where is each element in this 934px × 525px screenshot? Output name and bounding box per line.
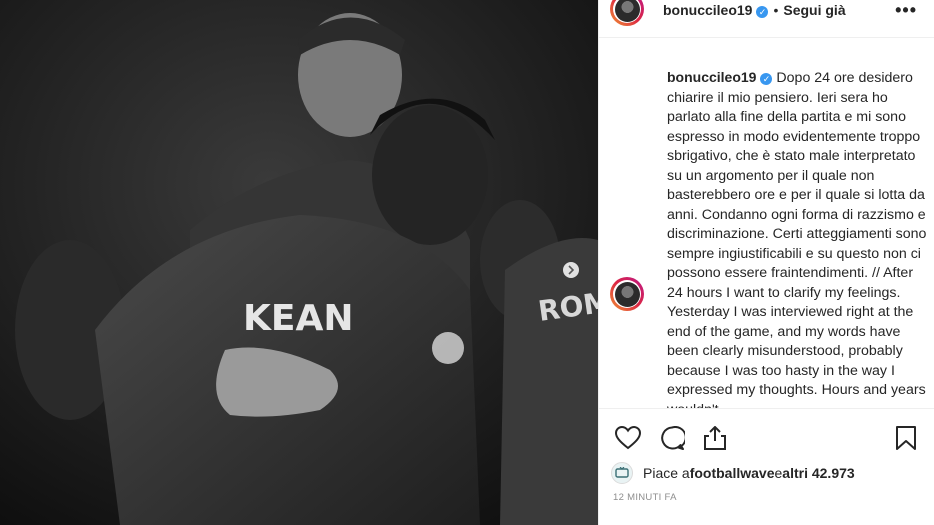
likes-prefix: Piace a xyxy=(643,465,690,481)
avatar-image xyxy=(614,281,640,307)
post-timestamp[interactable]: 12 minuti fa xyxy=(613,492,677,503)
liker-username[interactable]: footballwave xyxy=(690,465,775,481)
tv-icon xyxy=(615,467,629,478)
follow-button[interactable]: Segui già xyxy=(783,2,845,18)
post-photo-image: KEAN ROMA xyxy=(0,0,598,525)
likes-middle: e xyxy=(774,465,783,481)
post-photo[interactable]: KEAN ROMA xyxy=(0,0,598,525)
post-header: bonuccileo19 ✓ • Segui già ••• xyxy=(599,0,934,38)
separator-dot: • xyxy=(773,2,779,18)
caption-username[interactable]: bonuccileo19 xyxy=(667,69,756,85)
likes-line: Piace a footballwave e altri 42.973 xyxy=(611,462,855,484)
post-side-panel: bonuccileo19 ✓ • Segui già ••• bonuccileo19… xyxy=(598,0,934,525)
avatar-image xyxy=(614,0,640,22)
author-avatar[interactable] xyxy=(610,0,644,26)
caption-text: Dopo 24 ore desidero chiarire il mio pen… xyxy=(667,70,927,408)
likes-count[interactable]: altri 42.973 xyxy=(782,465,854,481)
post-caption: bonuccileo19 ✓ Dopo 24 ore desidero chiar… xyxy=(667,68,929,408)
more-options-icon[interactable]: ••• xyxy=(895,0,917,21)
carousel-next-button[interactable] xyxy=(563,262,579,278)
comment-icon[interactable] xyxy=(659,426,685,450)
action-bar xyxy=(599,408,934,458)
header-user-line: bonuccileo19 ✓ • Segui già xyxy=(663,2,846,18)
chevron-right-icon xyxy=(568,265,575,275)
author-username[interactable]: bonuccileo19 xyxy=(663,2,752,18)
comments-area[interactable]: bonuccileo19 ✓ Dopo 24 ore desidero chiar… xyxy=(599,60,934,408)
bookmark-icon[interactable] xyxy=(895,426,917,450)
caption-avatar[interactable] xyxy=(610,277,644,311)
heart-icon[interactable] xyxy=(615,426,641,450)
verified-badge-icon: ✓ xyxy=(756,6,769,18)
liker-avatar[interactable] xyxy=(611,462,633,484)
jersey-name-kean: KEAN xyxy=(243,298,353,339)
verified-badge-icon: ✓ xyxy=(760,73,773,85)
share-icon[interactable] xyxy=(702,426,728,450)
